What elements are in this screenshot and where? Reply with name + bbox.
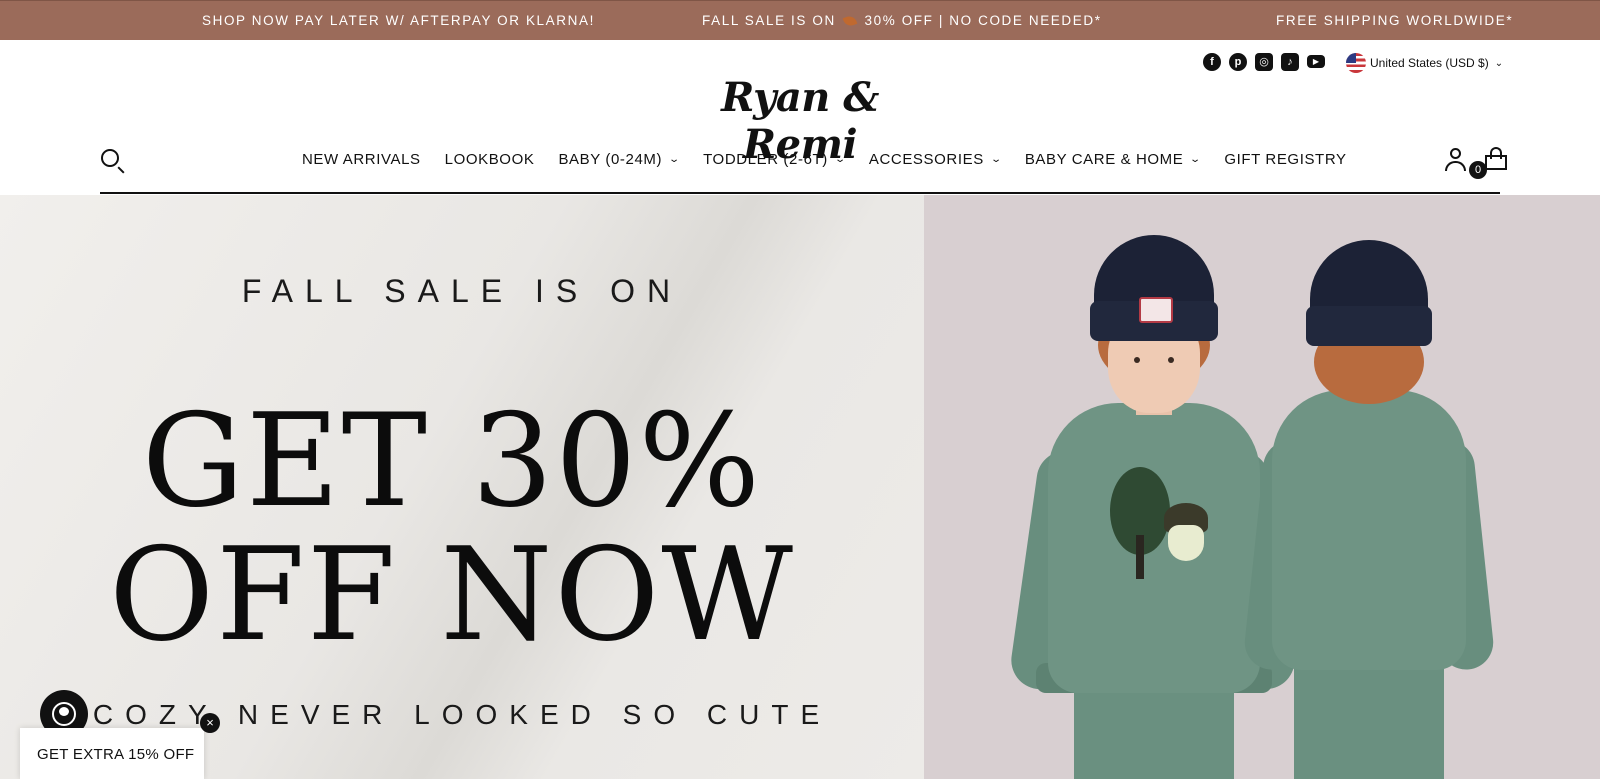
youtube-icon[interactable]: ▶ (1307, 55, 1325, 68)
chevron-down-icon: ⌄ (668, 154, 681, 165)
eye (1134, 357, 1140, 363)
cart-bag-icon[interactable] (1485, 147, 1507, 171)
announcement-sale[interactable]: FALL SALE IS ON 30% OFF | NO CODE NEEDED… (702, 13, 1102, 28)
chevron-down-icon: ⌄ (834, 154, 847, 165)
chevron-down-icon: ⌄ (990, 154, 1003, 165)
announcement-afterpay[interactable]: SHOP NOW PAY LATER W/ AFTERPAY OR KLARNA… (202, 13, 595, 28)
announcement-sale-text-b: 30% OFF | NO CODE NEEDED* (864, 13, 1102, 28)
cart-count-badge[interactable]: 0 (1469, 161, 1487, 179)
nav-baby[interactable]: BABY (0-24M) ⌄ (558, 151, 681, 168)
nav-baby-care-home[interactable]: BABY CARE & HOME ⌄ (1025, 151, 1201, 168)
nav-label: BABY CARE & HOME (1024, 151, 1184, 168)
announcement-bar: SHOP NOW PAY LATER W/ AFTERPAY OR KLARNA… (0, 0, 1600, 40)
nav-lookbook[interactable]: LOOKBOOK (445, 151, 535, 168)
tree-trunk (1136, 535, 1144, 579)
social-links: f p ◎ ♪ ▶ (1203, 53, 1325, 71)
hero-photo-kids (924, 195, 1600, 779)
extra-discount-tab[interactable]: GET EXTRA 15% OFF (20, 728, 204, 779)
nav-toddler[interactable]: TODDLER (2-6T) ⌄ (703, 151, 847, 168)
acorn (1168, 525, 1204, 561)
hero-text-panel: FALL SALE IS ON GET 30% OFF NOW COZY NEV… (0, 195, 924, 779)
user-head-dot (59, 707, 69, 716)
nav-label: NEW ARRIVALS (302, 151, 421, 168)
bag-body (1485, 155, 1507, 170)
currency-label: United States (USD $) (1370, 56, 1489, 70)
nav-accessories[interactable]: ACCESSORIES ⌄ (868, 151, 1003, 168)
hero-banner[interactable]: FALL SALE IS ON GET 30% OFF NOW COZY NEV… (0, 195, 1600, 779)
account-icon[interactable] (1444, 148, 1468, 172)
hero-kicker: FALL SALE IS ON (241, 273, 683, 309)
currency-selector[interactable]: United States (USD $) ⌄ (1346, 53, 1503, 73)
hero-headline-line2: OFF NOW (109, 521, 795, 670)
kid-front (1007, 235, 1299, 779)
leaf-icon (842, 14, 858, 28)
tiktok-icon[interactable]: ♪ (1281, 53, 1299, 71)
nav-gift-registry[interactable]: GIFT REGISTRY (1224, 151, 1346, 168)
chevron-down-icon: ⌄ (1494, 57, 1504, 69)
chevron-down-icon: ⌄ (1189, 154, 1203, 165)
nav-label: LOOKBOOK (444, 151, 535, 168)
main-nav: NEW ARRIVALS LOOKBOOK BABY (0-24M) ⌄ TODD… (302, 151, 1371, 168)
eye (1168, 357, 1174, 363)
us-flag-icon (1346, 53, 1366, 73)
nav-label: BABY (0-24M) (558, 151, 663, 168)
nav-new-arrivals[interactable]: NEW ARRIVALS (302, 151, 421, 168)
pinterest-icon[interactable]: p (1229, 53, 1247, 71)
kid-back (1242, 240, 1496, 779)
instagram-icon[interactable]: ◎ (1255, 53, 1273, 71)
sweater (1272, 390, 1466, 670)
announcement-shipping[interactable]: FREE SHIPPING WORLDWIDE* (1276, 13, 1513, 28)
announcement-sale-text-a: FALL SALE IS ON (702, 13, 836, 28)
account-head (1450, 148, 1461, 159)
beanie (1306, 240, 1432, 346)
beanie-patch (1139, 297, 1173, 323)
close-icon[interactable]: × (200, 713, 220, 733)
beanie-cuff (1306, 306, 1432, 346)
nav-label: TODDLER (2-6T) (703, 151, 828, 168)
facebook-icon[interactable]: f (1203, 53, 1221, 71)
nav-label: GIFT REGISTRY (1224, 151, 1347, 168)
promo-label: GET EXTRA 15% OFF (37, 746, 195, 763)
search-icon[interactable] (101, 149, 119, 167)
hero-headline-line1: GET 30% (141, 387, 763, 536)
account-body (1445, 161, 1466, 171)
nav-label: ACCESSORIES (868, 151, 984, 168)
header-divider (100, 192, 1500, 194)
hero-tagline: COZY NEVER LOOKED SO CUTE (92, 699, 832, 730)
